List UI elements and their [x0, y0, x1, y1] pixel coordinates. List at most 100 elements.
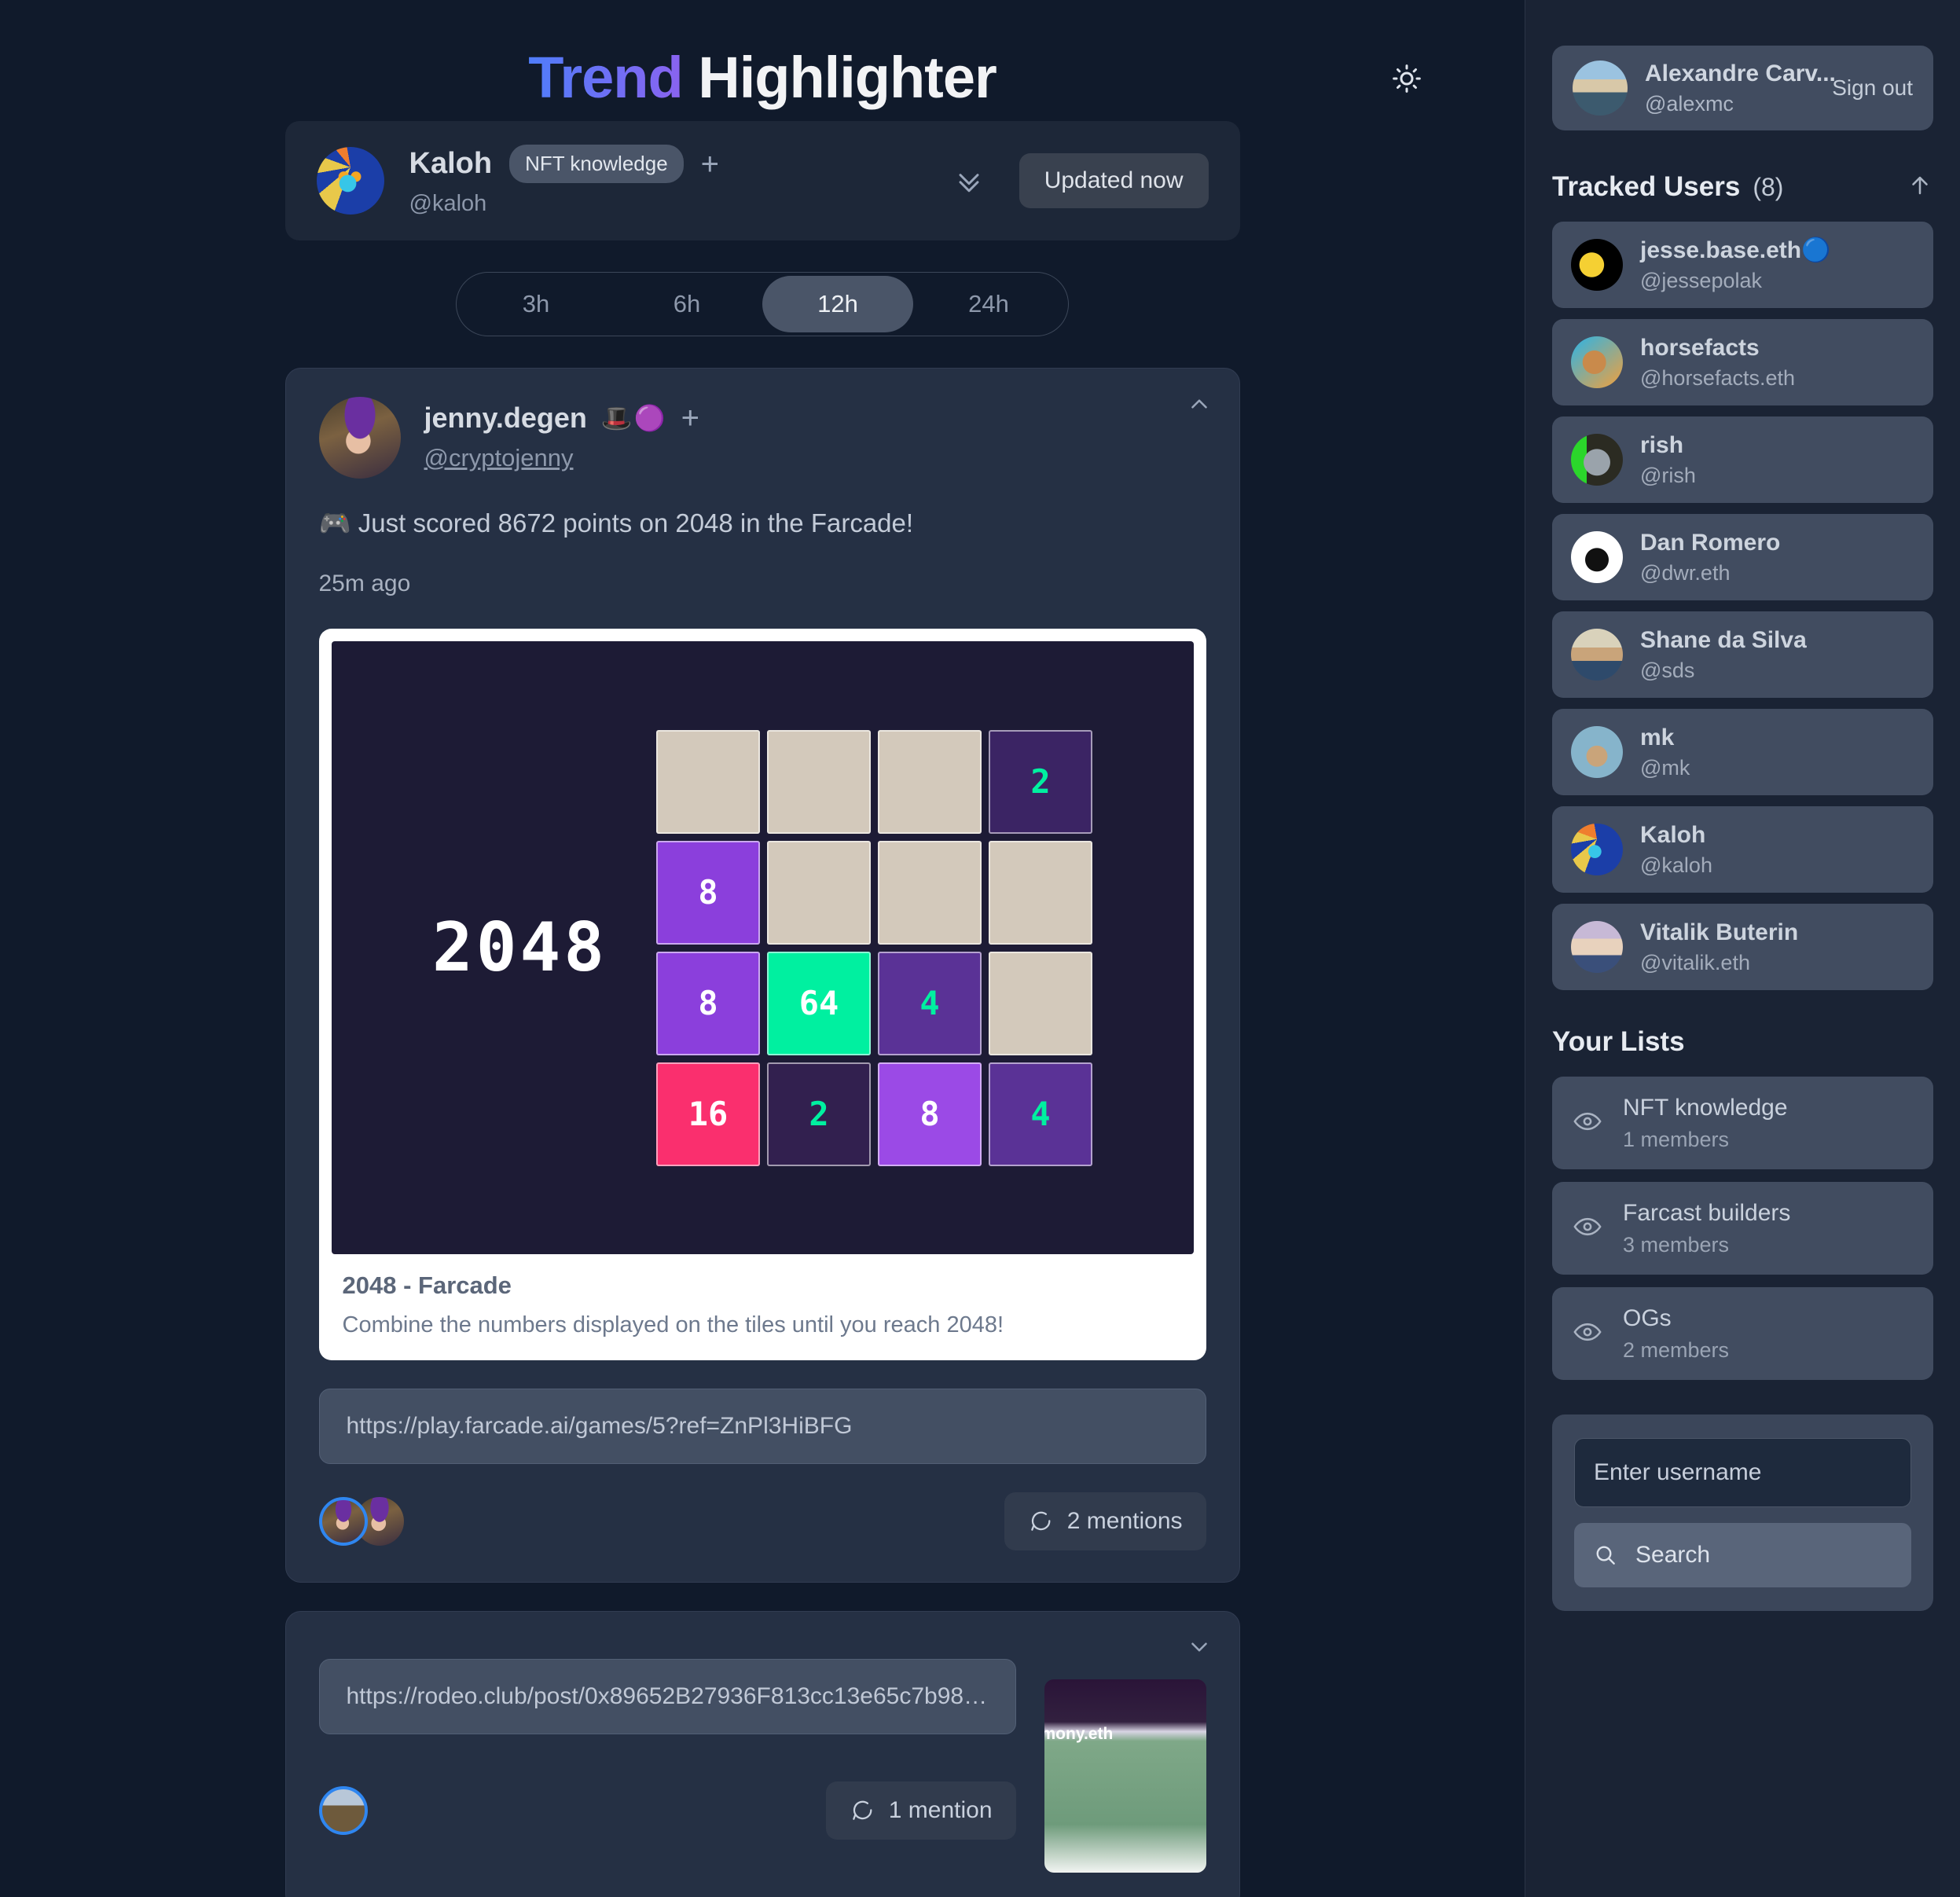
tracked-user-text: Dan Romero @dwr.eth	[1640, 530, 1780, 585]
avatar	[318, 1497, 368, 1546]
post-header: jenny.degen 🎩🟣 + @cryptojenny	[318, 397, 1206, 479]
tracked-user-handle: @mk	[1640, 755, 1690, 780]
avatar	[1571, 824, 1623, 875]
search-button[interactable]: Search	[1574, 1523, 1911, 1587]
expand-post-button[interactable]	[1186, 1634, 1213, 1664]
avatar	[316, 147, 384, 215]
avatar	[1571, 239, 1623, 291]
post-author-handle[interactable]: @cryptojenny	[424, 444, 699, 472]
username-input[interactable]	[1574, 1438, 1911, 1507]
game-tile: 8	[878, 1062, 982, 1166]
list-name: OGs	[1623, 1304, 1672, 1331]
mention-avatars	[318, 1497, 404, 1546]
chevron-up-icon	[1191, 399, 1207, 409]
comment-icon	[1030, 1511, 1051, 1531]
chevron-down-icon	[1191, 1642, 1207, 1652]
tab-12h[interactable]: 12h	[762, 276, 913, 332]
tracked-users-header: Tracked Users (8)	[1552, 171, 1933, 203]
game-tile: 8	[656, 840, 761, 945]
list-badge[interactable]: NFT knowledge	[509, 145, 684, 183]
time-range-tabs: 3h 6h 12h 24h	[456, 272, 1069, 336]
double-chevron-down-icon[interactable]	[952, 163, 986, 198]
tab-3h[interactable]: 3h	[461, 276, 611, 332]
comment-icon	[852, 1800, 872, 1820]
title-trend: Trend	[528, 45, 683, 110]
tracked-user-item[interactable]: horsefacts @horsefacts.eth	[1552, 319, 1933, 405]
tab-6h[interactable]: 6h	[611, 276, 762, 332]
list-name: Farcast builders	[1623, 1199, 1791, 1226]
post-url-pill[interactable]: https://play.farcade.ai/games/5?ref=ZnPl…	[318, 1389, 1206, 1464]
post-footer: 1 mention	[318, 1781, 1016, 1840]
game-tile: 2	[989, 729, 1093, 834]
avatar	[1571, 434, 1623, 486]
post-card: jenny.degen 🎩🟣 + @cryptojenny 🎮 Just sco…	[284, 368, 1240, 1583]
account-name: Alexandre Carv...	[1645, 60, 1836, 86]
game-tile	[767, 729, 872, 834]
tracked-user-item[interactable]: Shane da Silva @sds	[1552, 611, 1933, 698]
game-tile	[767, 840, 872, 945]
game-tile	[989, 840, 1093, 945]
tracked-user-item[interactable]: rish @rish	[1552, 416, 1933, 503]
updated-now-button[interactable]: Updated now	[1019, 153, 1209, 208]
tracked-user-handle: @sds	[1640, 658, 1695, 682]
tracked-user-item[interactable]: mk @mk	[1552, 709, 1933, 795]
list-text: NFT knowledge 1 members	[1623, 1095, 1788, 1152]
search-icon	[1596, 1546, 1615, 1565]
tracked-user-text: Vitalik Buterin @vitalik.eth	[1640, 919, 1798, 975]
game-tile: 8	[656, 951, 761, 1055]
list-member-count: 1 members	[1623, 1127, 1730, 1151]
list-text: OGs 2 members	[1623, 1305, 1729, 1363]
list-item[interactable]: OGs 2 members	[1552, 1287, 1933, 1380]
user-strip-name: Kaloh	[409, 147, 493, 180]
tracked-user-item[interactable]: Vitalik Buterin @vitalik.eth	[1552, 904, 1933, 990]
tracked-user-name: rish	[1640, 431, 1684, 458]
tracked-users-list: jesse.base.eth🔵 @jessepolak horsefacts @hor…	[1552, 222, 1933, 990]
tracked-user-name: Kaloh	[1640, 821, 1706, 848]
sort-button[interactable]	[1907, 172, 1933, 203]
tab-24h[interactable]: 24h	[913, 276, 1064, 332]
post-text: 🎮 Just scored 8672 points on 2048 in the…	[318, 508, 914, 538]
tracked-user-name: Vitalik Buterin	[1640, 919, 1799, 945]
embed-description: Combine the numbers displayed on the til…	[342, 1312, 1004, 1337]
tracked-user-item[interactable]: Kaloh @kaloh	[1552, 806, 1933, 893]
plus-icon[interactable]: +	[681, 402, 699, 434]
post-author-row: jenny.degen 🎩🟣 +	[424, 402, 699, 435]
tracked-user-text: horsefacts @horsefacts.eth	[1640, 335, 1795, 391]
user-strip-handle[interactable]: @kaloh	[409, 191, 720, 217]
list-item[interactable]: NFT knowledge 1 members	[1552, 1077, 1933, 1169]
collapse-post-button[interactable]	[1186, 391, 1213, 421]
tracked-user-handle: @kaloh	[1640, 853, 1712, 877]
post-url-pill[interactable]: https://rodeo.club/post/0x89652B27936F81…	[318, 1659, 1016, 1734]
mentions-label: 1 mention	[888, 1797, 993, 1823]
embed-media: 2048 2 8 8 64 4 16 2 8 4	[331, 641, 1194, 1254]
game-tile: 16	[656, 1062, 761, 1166]
avatar	[1573, 61, 1628, 116]
mentions-button[interactable]: 1 mention	[825, 1781, 1016, 1840]
embed-card[interactable]: 2048 2 8 8 64 4 16 2 8 4 2048 - Farcade Combine …	[318, 629, 1206, 1360]
sign-out-button[interactable]: Sign out	[1832, 75, 1913, 101]
list-name: NFT knowledge	[1623, 1094, 1788, 1121]
user-strip-text: Kaloh NFT knowledge + @kaloh	[384, 145, 720, 217]
tracked-user-text: mk @mk	[1640, 725, 1690, 780]
tracked-user-text: Kaloh @kaloh	[1640, 822, 1712, 878]
list-member-count: 3 members	[1623, 1232, 1730, 1257]
tracked-user-name: Shane da Silva	[1640, 626, 1807, 653]
sidebar: Alexandre Carv... @alexmc Sign out Track…	[1525, 0, 1960, 1897]
tracked-user-text: jesse.base.eth🔵 @jessepolak	[1640, 237, 1830, 293]
add-user-box: Search	[1552, 1414, 1933, 1611]
user-strip-name-row: Kaloh NFT knowledge +	[409, 145, 719, 183]
title-highlighter: Highlighter	[698, 45, 997, 110]
mentions-button[interactable]: 2 mentions	[1004, 1492, 1206, 1550]
tracked-user-item[interactable]: Dan Romero @dwr.eth	[1552, 514, 1933, 600]
tracked-user-item[interactable]: jesse.base.eth🔵 @jessepolak	[1552, 222, 1933, 308]
game-tile	[878, 840, 982, 945]
tracked-user-handle: @dwr.eth	[1640, 560, 1731, 585]
list-item[interactable]: Farcast builders 3 members	[1552, 1182, 1933, 1275]
tracked-user-text: rish @rish	[1640, 432, 1696, 488]
eye-icon	[1573, 1106, 1602, 1140]
tracked-user-strip[interactable]: Kaloh NFT knowledge + @kaloh Updated now	[284, 121, 1240, 240]
plus-icon[interactable]: +	[701, 149, 719, 180]
account-card[interactable]: Alexandre Carv... @alexmc Sign out	[1552, 46, 1933, 130]
page-title: Trend Highlighter	[0, 0, 1525, 107]
post-thumbnail[interactable]: mony.eth	[1044, 1679, 1206, 1873]
